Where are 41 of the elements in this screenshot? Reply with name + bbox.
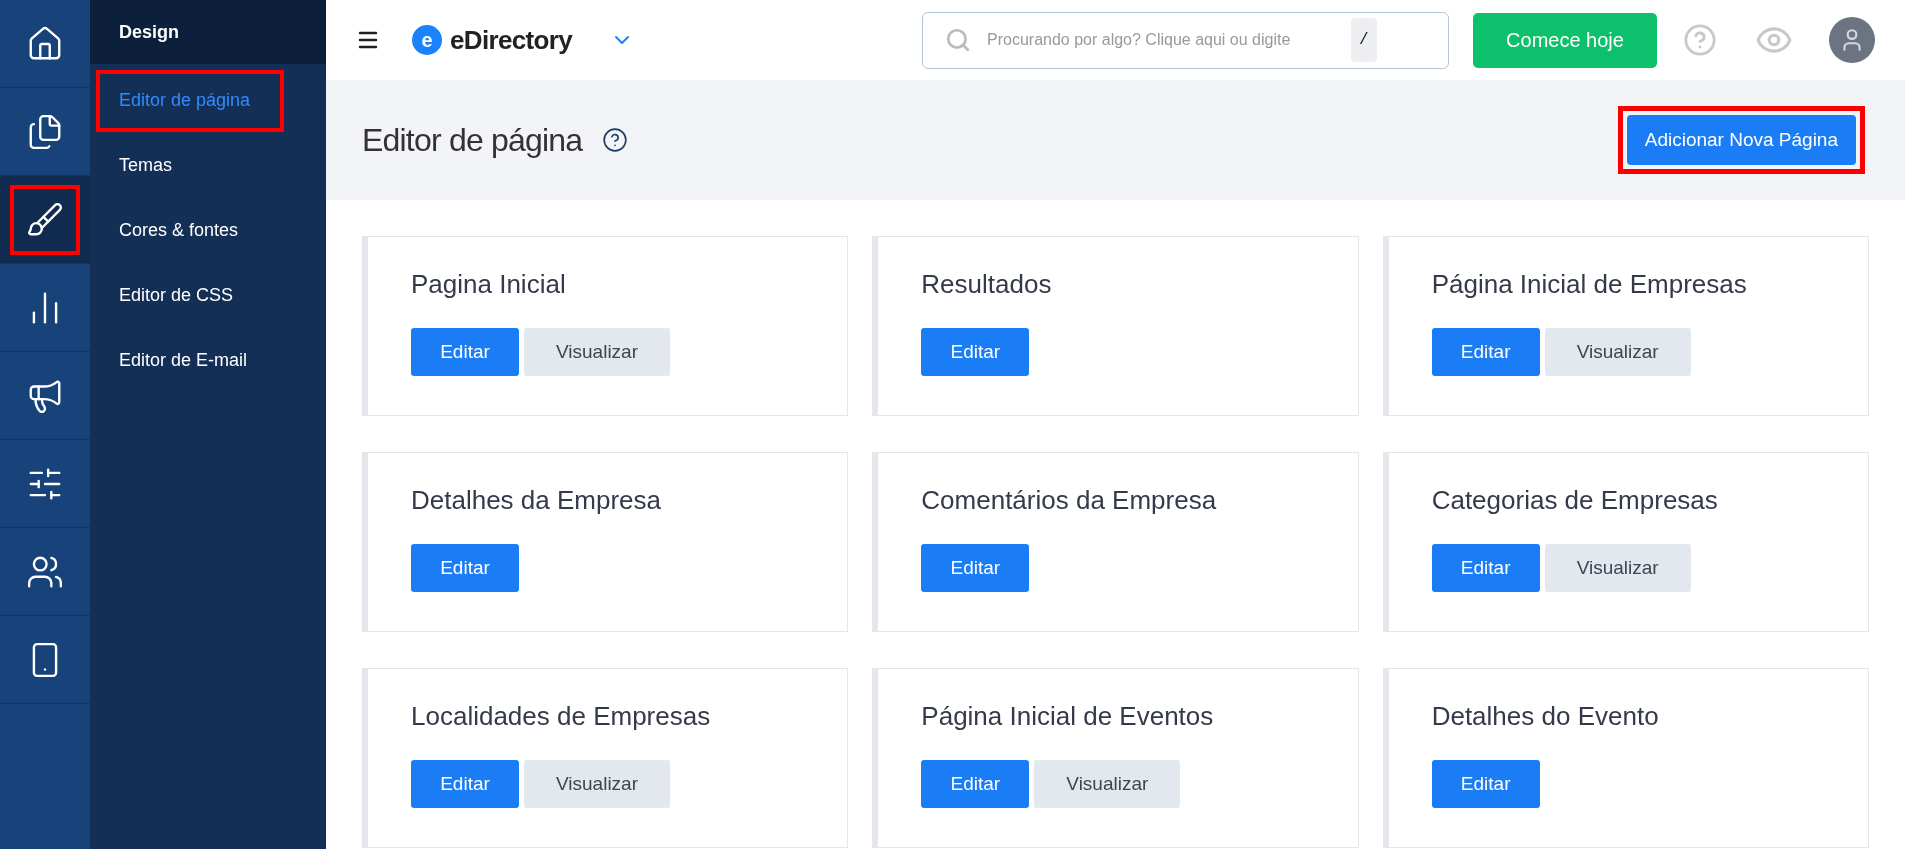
view-button[interactable]: Visualizar <box>1034 760 1181 808</box>
edit-button[interactable]: Editar <box>921 760 1030 808</box>
search-field[interactable]: Procurando por algo? Clique aqui ou digite / <box>922 11 1449 69</box>
help-icon[interactable] <box>602 127 629 153</box>
view-button[interactable]: Visualizar <box>1544 544 1691 592</box>
avatar[interactable] <box>1829 17 1875 63</box>
card-title: Categorias de Empresas <box>1431 484 1719 517</box>
add-page-button[interactable]: Adicionar Nova Página <box>1626 115 1856 165</box>
submenu-title: Design <box>119 20 179 44</box>
submenu-link[interactable]: Cores & fontes <box>96 199 273 262</box>
view-button[interactable]: Visualizar <box>524 328 670 376</box>
card-title: Resultados <box>921 268 1053 301</box>
edit-button[interactable]: Editar <box>921 544 1030 592</box>
edit-button[interactable]: Editar <box>411 544 519 592</box>
edit-button[interactable]: Editar <box>1431 328 1540 376</box>
card-title: Comentários da Empresa <box>921 484 1218 517</box>
card-title: Página Inicial de Eventos <box>921 700 1215 733</box>
edit-button[interactable]: Editar <box>411 328 519 376</box>
card-title: Pagina Inicial <box>411 268 567 301</box>
card-title: Localidades de Empresas <box>411 700 712 733</box>
submenu-link[interactable]: Editor de CSS <box>96 264 268 327</box>
rail-button[interactable] <box>10 184 80 255</box>
logo-text: eDirectory <box>450 23 573 57</box>
search-icon <box>945 27 971 53</box>
edit-button[interactable]: Editar <box>1431 760 1540 808</box>
card-title: Página Inicial de Empresas <box>1431 268 1748 301</box>
page-title: Editor de página <box>362 121 583 160</box>
submenu-link[interactable]: Editor de página <box>96 69 285 132</box>
submenu-link[interactable]: Temas <box>96 134 206 197</box>
search-input[interactable]: Procurando por algo? Clique aqui ou digite <box>987 28 1347 52</box>
edit-button[interactable]: Editar <box>921 328 1030 376</box>
edit-button[interactable]: Editar <box>411 760 519 808</box>
edit-button[interactable]: Editar <box>1431 544 1540 592</box>
view-button[interactable]: Visualizar <box>524 760 670 808</box>
submenu-link[interactable]: Editor de E-mail <box>96 329 282 392</box>
card-title: Detalhes do Evento <box>1431 700 1660 733</box>
start-button[interactable]: Comece hoje <box>1473 12 1657 68</box>
view-button[interactable]: Visualizar <box>1544 328 1691 376</box>
shortcut-key: / <box>1351 18 1377 62</box>
logo-mark: e <box>412 25 442 55</box>
card-title: Detalhes da Empresa <box>411 484 663 517</box>
